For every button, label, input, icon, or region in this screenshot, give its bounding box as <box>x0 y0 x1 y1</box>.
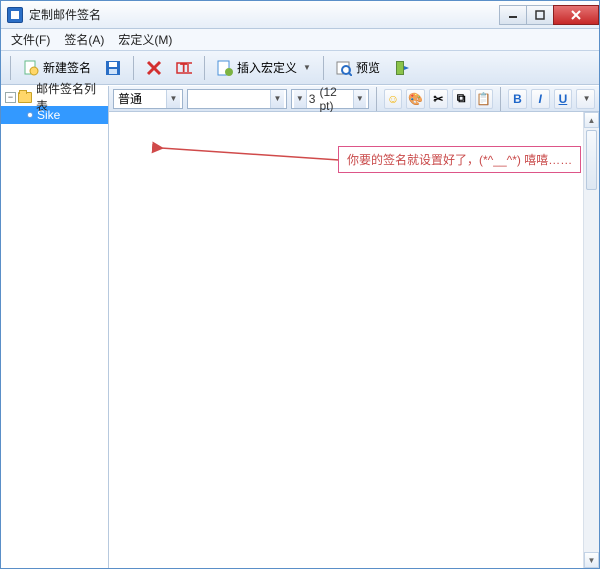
font-size-pt: (12 pt) <box>317 85 353 113</box>
new-doc-icon <box>23 60 39 76</box>
more-format-button[interactable]: ▼ <box>576 89 595 109</box>
new-signature-label: 新建签名 <box>43 59 91 76</box>
separator <box>204 56 205 80</box>
chevron-down-icon[interactable]: ▼ <box>294 90 307 108</box>
rename-button[interactable]: T <box>171 56 197 80</box>
chevron-down-icon[interactable]: ▼ <box>166 90 180 108</box>
menu-signature[interactable]: 签名(A) <box>58 29 110 50</box>
signature-tree: − 邮件签名列表 Sike <box>1 86 109 568</box>
bold-button[interactable]: B <box>508 89 527 109</box>
clipboard-icon: 📋 <box>476 92 491 106</box>
italic-button[interactable]: I <box>531 89 550 109</box>
emoji-button[interactable]: ☺ <box>384 89 403 109</box>
font-family-input[interactable] <box>192 90 270 108</box>
font-size-value: 3 <box>307 92 318 106</box>
annotation-box: 你要的签名就设置好了，(*^__^*) 嘻嘻…… <box>338 146 581 173</box>
window-controls <box>500 5 599 25</box>
scroll-up-button[interactable]: ▲ <box>584 112 599 128</box>
scroll-track[interactable] <box>584 192 599 552</box>
font-size-combo[interactable]: ▼ 3 (12 pt) ▼ <box>291 89 369 109</box>
minimize-button[interactable] <box>499 5 527 25</box>
rename-icon: T <box>176 60 192 76</box>
tree-root[interactable]: − 邮件签名列表 <box>1 88 108 106</box>
svg-text:T: T <box>180 61 188 75</box>
font-color-button[interactable]: 🎨 <box>406 89 425 109</box>
close-icon <box>570 9 582 21</box>
close-button[interactable] <box>553 5 599 25</box>
exit-button[interactable] <box>389 56 415 80</box>
bullet-icon <box>27 112 33 118</box>
preview-button[interactable]: 预览 <box>331 56 385 80</box>
underline-button[interactable]: U <box>554 89 573 109</box>
copy-icon: ⧉ <box>457 91 466 106</box>
minimize-icon <box>508 10 518 20</box>
exit-icon <box>394 60 410 76</box>
scissors-icon: ✂ <box>433 92 443 106</box>
paste-button[interactable]: 📋 <box>475 89 494 109</box>
menu-macro[interactable]: 宏定义(M) <box>112 29 178 50</box>
font-family-combo[interactable]: ▼ <box>187 89 287 109</box>
vertical-scrollbar[interactable]: ▲ ▼ <box>583 112 599 568</box>
maximize-icon <box>535 10 545 20</box>
editor-pane: ▼ ▼ ▼ 3 (12 pt) ▼ ☺ <box>109 86 599 568</box>
maximize-button[interactable] <box>526 5 554 25</box>
preview-label: 预览 <box>356 59 380 76</box>
insert-macro-label: 插入宏定义 <box>237 59 297 76</box>
cut-button[interactable]: ✂ <box>429 89 448 109</box>
window-frame: 定制邮件签名 文件(F) 签名(A) 宏定义(M) 新建签名 <box>0 0 600 569</box>
preview-icon <box>336 60 352 76</box>
chevron-down-icon: ▼ <box>303 63 311 72</box>
insert-macro-button[interactable]: 插入宏定义 ▼ <box>212 56 316 80</box>
folder-icon <box>18 92 32 103</box>
separator <box>323 56 324 80</box>
app-icon <box>7 7 23 23</box>
chevron-down-icon[interactable]: ▼ <box>270 90 284 108</box>
paragraph-style-input[interactable] <box>118 90 166 108</box>
menubar: 文件(F) 签名(A) 宏定义(M) <box>1 29 599 51</box>
chevron-down-icon: ▼ <box>583 94 591 103</box>
new-signature-button[interactable]: 新建签名 <box>18 56 96 80</box>
separator <box>133 56 134 80</box>
collapse-icon[interactable]: − <box>5 92 16 103</box>
separator <box>376 87 377 111</box>
client-area: − 邮件签名列表 Sike ▼ ▼ <box>1 85 599 568</box>
window-title: 定制邮件签名 <box>29 6 500 23</box>
copy-button[interactable]: ⧉ <box>452 89 471 109</box>
editor-canvas[interactable]: 你要的签名就设置好了，(*^__^*) 嘻嘻…… <box>109 112 583 568</box>
editor-toolbar: ▼ ▼ ▼ 3 (12 pt) ▼ ☺ <box>109 86 599 112</box>
titlebar: 定制邮件签名 <box>1 1 599 29</box>
paragraph-style-combo[interactable]: ▼ <box>113 89 183 109</box>
scroll-thumb[interactable] <box>586 130 597 190</box>
separator <box>10 56 11 80</box>
delete-icon <box>146 60 162 76</box>
chevron-down-icon[interactable]: ▼ <box>353 90 366 108</box>
scroll-down-button[interactable]: ▼ <box>584 552 599 568</box>
separator <box>500 87 501 111</box>
save-button[interactable] <box>100 56 126 80</box>
annotation-arrow <box>159 146 339 170</box>
save-icon <box>105 60 121 76</box>
palette-icon: 🎨 <box>408 92 423 106</box>
tree-item-label: Sike <box>37 108 60 122</box>
smiley-icon: ☺ <box>387 92 399 106</box>
macro-icon <box>217 60 233 76</box>
menu-file[interactable]: 文件(F) <box>5 29 56 50</box>
delete-button[interactable] <box>141 56 167 80</box>
